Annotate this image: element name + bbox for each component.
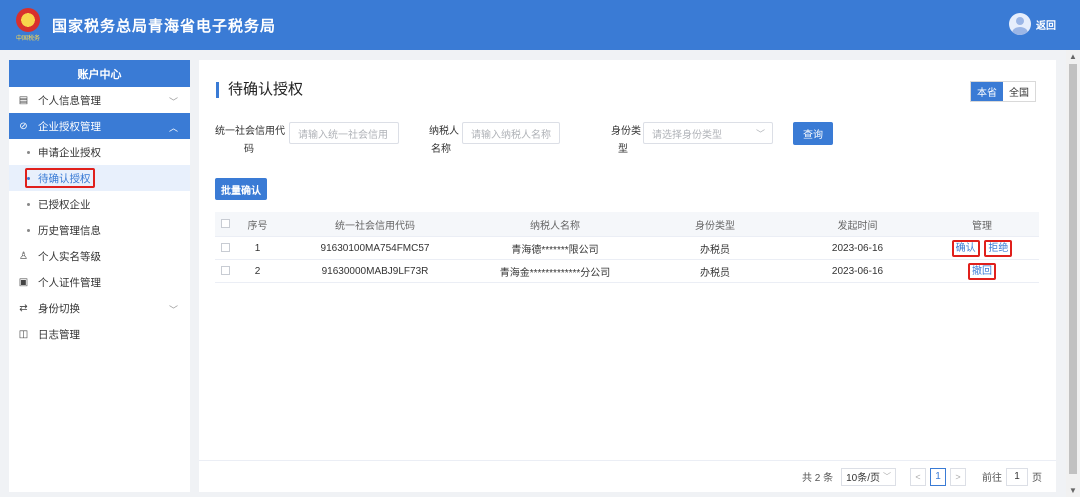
- sidebar-item-label: 企业授权管理: [38, 120, 101, 133]
- sidebar-subitem-pending-auth[interactable]: 待确认授权: [9, 165, 190, 191]
- sidebar-item-identity-switch[interactable]: ⇄ 身份切换 ﹀: [9, 295, 190, 321]
- back-link[interactable]: 返回: [1036, 17, 1056, 32]
- chevron-down-icon: ﹀: [168, 97, 178, 107]
- sidebar-item-label: 个人信息管理: [38, 94, 101, 107]
- col-no: 序号: [247, 220, 268, 232]
- goto-page: 前往 1 页: [982, 467, 1042, 486]
- confirm-link[interactable]: 确认: [951, 239, 980, 257]
- shield-check-icon: ⊘: [19, 120, 28, 132]
- sidebar-item-personal-info[interactable]: ▤ 个人信息管理 ﹀: [9, 87, 190, 113]
- page-scrollbar[interactable]: ▲ ▼: [1066, 50, 1080, 497]
- pagination: 共 2 条 10条/页 ﹀ < 1 > 前往 1 页: [199, 460, 1056, 492]
- scope-toggle: 本省 全国: [970, 81, 1036, 102]
- page-size-select[interactable]: 10条/页 ﹀: [841, 467, 896, 486]
- query-button[interactable]: 查询: [793, 122, 833, 145]
- sidebar-item-id-docs[interactable]: ▣ 个人证件管理: [9, 269, 190, 295]
- log-icon: ◫: [18, 328, 29, 340]
- emblem-text: 中国税务: [15, 35, 40, 42]
- col-code: 统一社会信用代码: [335, 220, 415, 232]
- sidebar-title: 账户中心: [9, 60, 190, 87]
- switch-identity-icon: ⇄: [19, 302, 28, 314]
- page-title: 待确认授权: [216, 82, 303, 98]
- credit-code-label-wrap: 码: [244, 144, 254, 155]
- identity-type-label-wrap: 型: [618, 144, 628, 155]
- col-time: 发起时间: [837, 220, 878, 232]
- withdraw-link[interactable]: 撤回: [968, 262, 996, 280]
- goto-page-input[interactable]: 1: [1006, 467, 1028, 486]
- chevron-up-icon: ︿: [168, 123, 178, 133]
- user-avatar-icon[interactable]: [1009, 13, 1031, 35]
- scrollbar-thumb[interactable]: [1069, 64, 1077, 474]
- select-all-checkbox[interactable]: [221, 219, 230, 229]
- row-checkbox[interactable]: [221, 243, 230, 253]
- page-number-button[interactable]: 1: [930, 467, 946, 486]
- table-header: 序号 统一社会信用代码 纳税人名称 身份类型 发起时间 管理: [215, 212, 1039, 237]
- authorization-table: 序号 统一社会信用代码 纳税人名称 身份类型 发起时间 管理 1 9163010…: [215, 212, 1039, 283]
- profile-icon: ▤: [18, 94, 29, 106]
- scroll-up-icon[interactable]: ▲: [1069, 52, 1077, 61]
- table-row: 1 91630100MA754FMC57 青海德*******限公司 办税员 2…: [215, 237, 1039, 260]
- next-page-button[interactable]: >: [950, 467, 966, 486]
- batch-confirm-button[interactable]: 批量确认: [215, 178, 267, 200]
- sidebar-subitem-history[interactable]: 历史管理信息: [9, 217, 190, 243]
- chevron-down-icon: ﹀: [755, 129, 765, 139]
- col-manage: 管理: [972, 220, 992, 232]
- identity-type-label: 身份类: [611, 126, 641, 137]
- col-name: 纳税人名称: [530, 220, 580, 232]
- sidebar-item-logs[interactable]: ◫ 日志管理: [9, 321, 190, 347]
- taxpayer-name-label-wrap: 名称: [431, 144, 451, 155]
- credit-code-input[interactable]: 请输入统一社会信用: [289, 122, 399, 144]
- reject-link[interactable]: 拒绝: [984, 239, 1013, 257]
- user-area: 返回: [1009, 13, 1056, 35]
- site-title: 国家税务总局青海省电子税务局: [52, 17, 277, 35]
- user-level-icon: ♙: [19, 250, 28, 262]
- row-checkbox[interactable]: [221, 266, 230, 276]
- table-row: 2 91630000MABJ9LF73R 青海金*************分公司…: [215, 260, 1039, 283]
- sidebar: 账户中心 ▤ 个人信息管理 ﹀ ⊘ 企业授权管理 ︿ 申请企业授权 待确认授权 …: [9, 60, 190, 492]
- scope-local-button[interactable]: 本省: [971, 82, 1003, 101]
- col-type: 身份类型: [695, 220, 735, 232]
- credit-code-label: 统一社会信用代: [215, 126, 285, 137]
- scroll-down-icon[interactable]: ▼: [1069, 486, 1077, 495]
- taxpayer-name-label: 纳税人: [429, 126, 459, 137]
- prev-page-button[interactable]: <: [910, 467, 926, 486]
- sidebar-item-enterprise-auth[interactable]: ⊘ 企业授权管理 ︿: [9, 113, 190, 139]
- taxpayer-name-input[interactable]: 请输入纳税人名称: [462, 122, 560, 144]
- app-header: 中国税务 国家税务总局青海省电子税务局 返回: [0, 0, 1080, 50]
- sidebar-subitem-apply-auth[interactable]: 申请企业授权: [9, 139, 190, 165]
- sidebar-item-realname-level[interactable]: ♙ 个人实名等级: [9, 243, 190, 269]
- sidebar-subitem-authorized[interactable]: 已授权企业: [9, 191, 190, 217]
- id-card-icon: ▣: [18, 276, 29, 288]
- tax-emblem-logo: 中国税务: [14, 8, 42, 42]
- main-panel: 待确认授权 本省 全国 统一社会信用代 码 请输入统一社会信用 纳税人 名称 请…: [199, 60, 1056, 492]
- chevron-down-icon: ﹀: [168, 305, 178, 315]
- identity-type-select[interactable]: 请选择身份类型 ﹀: [643, 122, 773, 144]
- highlight-box: [25, 168, 95, 188]
- chevron-down-icon: ﹀: [883, 472, 891, 481]
- scope-national-button[interactable]: 全国: [1003, 82, 1035, 101]
- pagination-total: 共 2 条: [801, 473, 834, 484]
